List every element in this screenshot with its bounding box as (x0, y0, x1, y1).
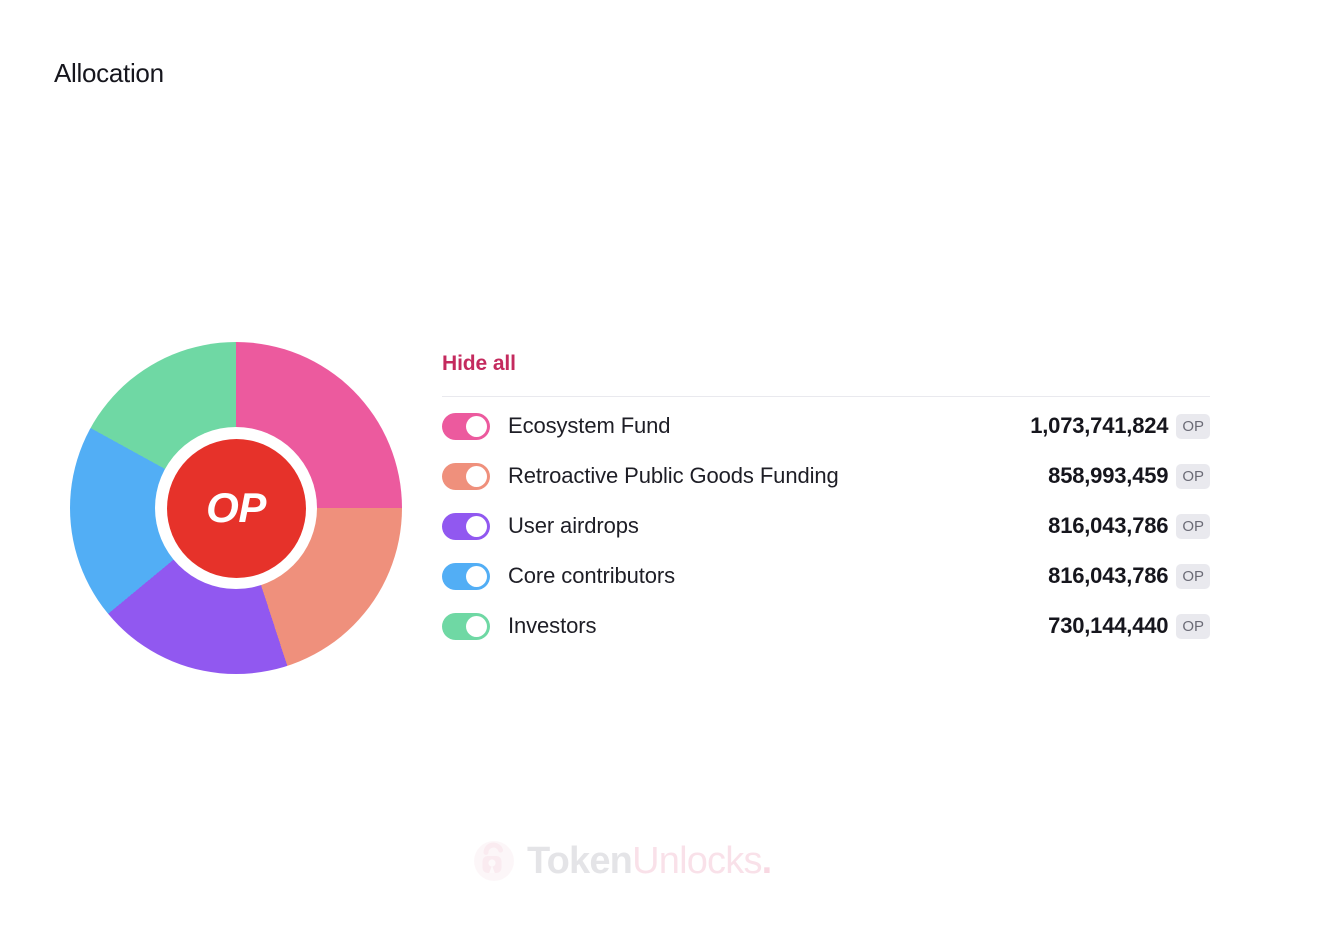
legend-label: Ecosystem Fund (508, 413, 671, 438)
legend-unit-badge: OP (1176, 613, 1210, 639)
legend-toggle-knob (466, 615, 487, 637)
donut-center-label: OP (206, 484, 266, 531)
legend-label: User airdrops (508, 513, 639, 538)
legend-unit-badge: OP (1176, 513, 1210, 539)
watermark-text: TokenUnlocks. (527, 840, 773, 882)
legend-toggle[interactable] (442, 462, 490, 490)
open-padlock-icon (473, 840, 515, 882)
legend-toggle[interactable] (442, 612, 490, 640)
legend-value: 1,073,741,824 (1030, 413, 1169, 438)
allocation-legend: Hide all Ecosystem Fund 1,073,741,824 OP Re… (442, 352, 1210, 651)
legend-row[interactable]: Retroactive Public Goods Funding 858,993,… (442, 451, 1210, 501)
hide-all-button[interactable]: Hide all (442, 352, 516, 376)
legend-label: Retroactive Public Goods Funding (508, 463, 839, 488)
legend-row[interactable]: Ecosystem Fund 1,073,741,824 OP (442, 401, 1210, 451)
page-title: Allocation (54, 58, 164, 88)
legend-label: Investors (508, 613, 597, 638)
donut-center-badge: OP (166, 438, 306, 578)
legend-value: 858,993,459 (1048, 463, 1169, 488)
legend-unit-badge: OP (1176, 563, 1210, 589)
legend-value: 730,144,440 (1048, 613, 1169, 638)
legend-value: 816,043,786 (1048, 513, 1169, 538)
tokenunlocks-watermark: TokenUnlocks. (473, 840, 773, 882)
legend-toggle-knob (466, 465, 487, 487)
legend-row[interactable]: Investors 730,144,440 OP (442, 601, 1210, 651)
watermark-brand-second: Unlocks (632, 840, 762, 882)
legend-label: Core contributors (508, 563, 676, 588)
allocation-donut-chart: OP (70, 342, 402, 674)
legend-toggle-knob (466, 515, 487, 537)
watermark-brand-dot: . (761, 840, 773, 882)
legend-toggle[interactable] (442, 412, 490, 440)
legend-unit-badge: OP (1176, 463, 1210, 489)
legend-toggle-knob (466, 415, 487, 437)
legend-toggle[interactable] (442, 512, 490, 540)
legend-row-list: Ecosystem Fund 1,073,741,824 OP Retroactive… (442, 397, 1210, 651)
legend-toggle[interactable] (442, 562, 490, 590)
legend-value: 816,043,786 (1048, 563, 1169, 588)
legend-unit-badge: OP (1176, 413, 1210, 439)
legend-toggle-knob (466, 565, 487, 587)
legend-row[interactable]: User airdrops 816,043,786 OP (442, 501, 1210, 551)
watermark-brand-first: Token (527, 840, 633, 882)
legend-row[interactable]: Core contributors 816,043,786 OP (442, 551, 1210, 601)
